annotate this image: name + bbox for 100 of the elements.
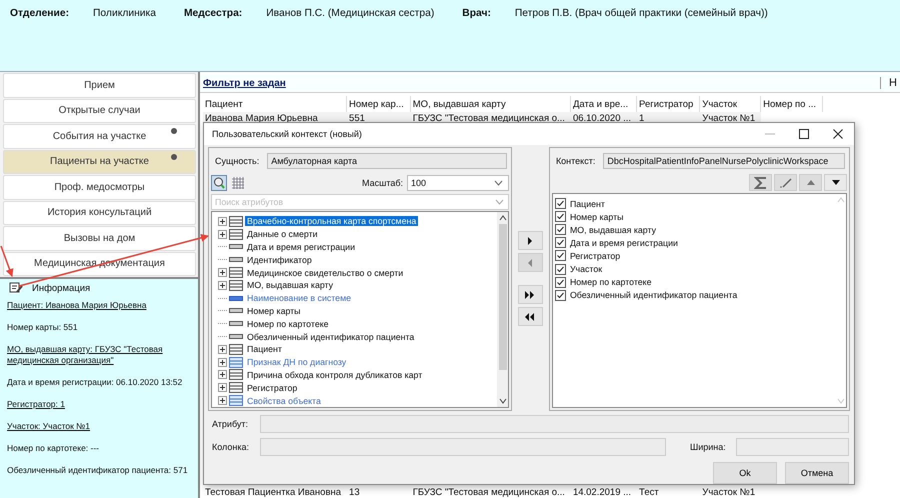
tree-item-label: Врачебно-контрольная карта спортсмена: [245, 216, 418, 226]
tree-item[interactable]: МО, выдавшая карту: [218, 278, 498, 292]
column-name-label: Колонка:: [212, 442, 250, 452]
field-value: Иванов П.С. (Медицинская сестра): [266, 8, 434, 19]
entity-field[interactable]: Амбулаторная карта: [267, 153, 508, 169]
checkbox[interactable]: [554, 237, 566, 248]
search-icon[interactable]: [211, 175, 227, 191]
table-cell-text: ГБУЗС "Тестовая медицинская о...: [412, 487, 566, 498]
context-field[interactable]: DbcHospitalPatientInfoPanelNursePolyclinicWorkspace: [603, 153, 845, 169]
nav-button[interactable]: Прием: [3, 73, 196, 98]
attribute-field[interactable]: [260, 415, 849, 433]
expand-icon[interactable]: [218, 344, 227, 354]
tree-item[interactable]: Идентификатор: [218, 253, 498, 266]
checkbox[interactable]: [554, 276, 566, 288]
table-icon: [229, 216, 243, 227]
scroll-up-icon[interactable]: [498, 215, 507, 221]
checkbox[interactable]: [554, 198, 566, 210]
info-link[interactable]: Пациент: Иванова Мария Юрьевна: [7, 300, 191, 311]
info-link[interactable]: МО, выдавшая карту: ГБУЗС "Тестовая медицинская организация": [7, 344, 191, 366]
tree-item-label: Признак ДН по диагнозу: [246, 357, 348, 368]
dialog-button[interactable]: Ok: [713, 462, 777, 484]
expand-icon[interactable]: [218, 230, 227, 239]
entity-label: Сущность:: [215, 156, 260, 166]
table-icon: [229, 356, 243, 368]
tree-item[interactable]: Номер карты: [218, 304, 498, 318]
filter-link[interactable]: Фильтр не задан: [203, 78, 286, 88]
table-cell-text: 14.02.2019 ...: [572, 487, 632, 498]
checkbox[interactable]: [554, 290, 566, 301]
info-link[interactable]: Участок: Участок №1: [7, 421, 191, 432]
tree-item[interactable]: Наименование в системе: [218, 292, 498, 305]
remove-all-button[interactable]: [518, 307, 543, 326]
add-all-button[interactable]: [518, 285, 543, 304]
scale-dropdown[interactable]: 100: [407, 175, 510, 191]
tree-item[interactable]: Врачебно-контрольная карта спортсмена: [218, 215, 498, 228]
info-text: Номер карты: 551: [7, 322, 79, 333]
grid-icon[interactable]: [231, 176, 245, 190]
tree-item-label: Свойства объекта: [246, 396, 322, 406]
tree-item[interactable]: Данные о смерти: [218, 228, 498, 241]
search-field[interactable]: Поиск атрибутов: [211, 194, 510, 210]
expand-icon[interactable]: [218, 280, 227, 290]
column-label: Пациент: [570, 198, 605, 209]
annotation-arrow: [0, 246, 14, 277]
expand-icon[interactable]: [218, 268, 227, 278]
tree-item[interactable]: Медицинское свидетельство о смерти: [218, 266, 498, 279]
column-field[interactable]: [260, 438, 666, 456]
tree-item[interactable]: Признак ДН по диагнозу: [218, 356, 498, 369]
table-cell-text: Тест: [638, 487, 660, 498]
toolbar-button[interactable]: Н: [880, 77, 897, 89]
up-icon: [806, 180, 814, 185]
edit-button[interactable]: [774, 174, 797, 191]
tree-item[interactable]: Дата и время регистрации: [218, 240, 498, 254]
sum-button[interactable]: [749, 174, 772, 191]
scroll-down-icon[interactable]: [498, 398, 507, 404]
nav-button[interactable]: Медицинская документация: [3, 252, 196, 276]
tree-item-label: Номер по картотеке: [246, 318, 330, 329]
expand-icon[interactable]: [218, 383, 227, 392]
expand-icon[interactable]: [218, 370, 227, 380]
tree-item[interactable]: Причина обхода контроля дубликатов карт: [218, 368, 498, 382]
nav-button[interactable]: Открытые случаи: [3, 98, 196, 123]
tree-item-label: Обезличенный идентификатор пациента: [246, 332, 416, 342]
dialog-button[interactable]: Отмена: [785, 462, 849, 484]
close-icon[interactable]: [832, 128, 844, 140]
column-label: Дата и время регистрации: [570, 238, 678, 248]
field-label: Отделение:: [10, 8, 70, 19]
tree-item-label: Медицинское свидетельство о смерти: [246, 268, 404, 278]
expand-icon[interactable]: [218, 358, 227, 367]
nav-button[interactable]: Пациенты на участке: [3, 150, 196, 174]
column-label: Регистратор: [570, 250, 620, 261]
width-field[interactable]: [736, 438, 849, 456]
nav-button[interactable]: История консультаций: [3, 200, 196, 225]
column-header[interactable]: Номер по ...: [761, 96, 823, 112]
table-icon: [229, 280, 243, 291]
tree-item[interactable]: Регистратор: [218, 381, 498, 394]
checkbox[interactable]: [554, 250, 566, 262]
info-text: Номер по картотеке: ---: [7, 443, 100, 454]
checkbox[interactable]: [554, 264, 566, 275]
add-button[interactable]: [518, 231, 543, 250]
nav-button[interactable]: Вызовы на дом: [3, 226, 196, 250]
table-cell-text: Тестовая Пациентка Ивановна: [204, 487, 342, 498]
tree-item-label: Пациент: [246, 344, 283, 354]
tree-item[interactable]: Номер по картотеке: [218, 317, 498, 330]
expand-icon[interactable]: [218, 216, 227, 226]
expand-icon[interactable]: [218, 396, 227, 406]
scrollbar[interactable]: [497, 212, 508, 407]
field-label: Врач:: [462, 8, 491, 19]
move-down-button[interactable]: [824, 174, 847, 191]
table-icon: [229, 369, 243, 380]
info-title: Информация: [32, 282, 90, 294]
table-icon: [229, 344, 243, 355]
checkbox[interactable]: [554, 211, 566, 222]
checkbox[interactable]: [554, 224, 566, 236]
tree-item[interactable]: Обезличенный идентификатор пациента: [218, 330, 498, 343]
tree-item[interactable]: Пациент: [218, 342, 498, 356]
info-link[interactable]: Регистратор: 1: [7, 399, 191, 410]
nav-button[interactable]: События на участке: [3, 124, 196, 148]
tree-item[interactable]: Свойства объекта: [218, 394, 498, 407]
table-icon: [229, 228, 243, 240]
table-icon: [229, 267, 243, 278]
maximize-icon[interactable]: [798, 128, 810, 140]
nav-button[interactable]: Проф. медосмотры: [3, 175, 196, 200]
